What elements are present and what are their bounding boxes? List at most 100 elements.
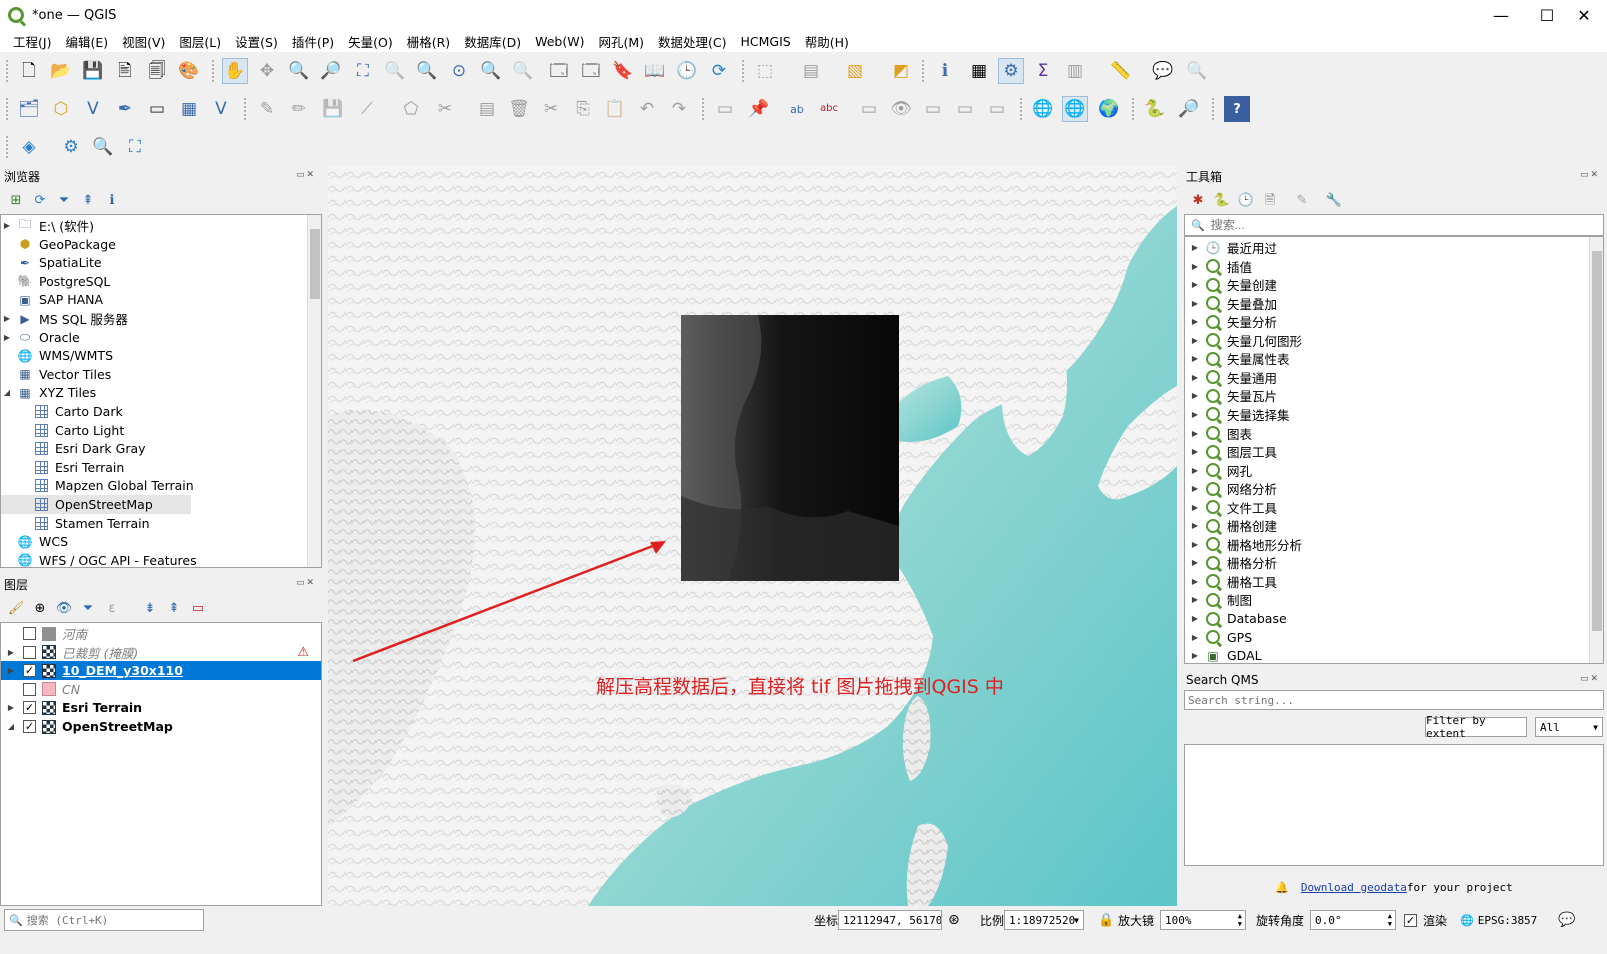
toggle-editing-icon[interactable]: ✏ bbox=[286, 96, 312, 122]
chevron-right-icon[interactable]: ▶ bbox=[1189, 558, 1201, 567]
open-project-icon[interactable]: 📂 bbox=[48, 58, 74, 84]
properties-icon[interactable]: ℹ bbox=[102, 190, 122, 210]
locator-search[interactable]: 🔍 bbox=[4, 909, 204, 931]
refresh-icon[interactable]: ⟳ bbox=[706, 58, 732, 84]
layer-visibility-checkbox[interactable] bbox=[23, 682, 36, 696]
toolbox-group[interactable]: ▶ GPS bbox=[1185, 628, 1585, 647]
undo-icon[interactable]: ↶ bbox=[634, 96, 660, 122]
toolbox-group[interactable]: ▶ Database bbox=[1185, 609, 1585, 628]
layer-visibility-checkbox[interactable] bbox=[23, 645, 36, 659]
cut-features-icon[interactable]: ✂ bbox=[538, 96, 564, 122]
menu-database[interactable]: 数据库(D) bbox=[457, 32, 528, 51]
add-delimited-text-icon[interactable]: V bbox=[208, 96, 234, 122]
qms-filter-select[interactable]: All ▼ bbox=[1535, 717, 1603, 737]
delete-icon[interactable]: 🗑 bbox=[506, 96, 532, 122]
label-toolbar-icon[interactable]: ▭ bbox=[712, 96, 738, 122]
toolbox-group[interactable]: ▶ ▣ GDAL bbox=[1185, 646, 1585, 663]
warning-icon[interactable]: ⚠ bbox=[297, 645, 309, 660]
scale-field[interactable]: 1:18972520 ▼ bbox=[1004, 910, 1084, 930]
rotation-field[interactable]: 0.0° ▲ ▼ bbox=[1310, 910, 1396, 930]
chevron-right-icon[interactable]: ▶ bbox=[1189, 503, 1201, 512]
layer-item[interactable]: ▶ 已裁剪 (掩膜) ⚠ bbox=[1, 643, 321, 662]
fullscreen-icon[interactable]: ⛶ bbox=[122, 134, 148, 160]
identify-icon[interactable]: ℹ bbox=[932, 58, 958, 84]
toolbox-group[interactable]: ▶ 网络分析 bbox=[1185, 479, 1585, 498]
help-icon[interactable]: ? bbox=[1224, 96, 1250, 122]
menu-raster[interactable]: 栅格(R) bbox=[400, 32, 457, 51]
browser-scrollbar[interactable] bbox=[307, 215, 321, 567]
layer-item[interactable]: 河南 bbox=[1, 624, 321, 643]
layer-item[interactable]: ▶ ✓ 10_DEM_y30x110 bbox=[1, 661, 321, 681]
menu-layer[interactable]: 图层(L) bbox=[172, 32, 228, 51]
statistics-icon[interactable]: Σ bbox=[1030, 58, 1056, 84]
modify-attributes-icon[interactable]: ✂ bbox=[432, 96, 458, 122]
map-canvas[interactable]: 解压高程数据后，直接将 tif 图片拖拽到QGIS 中 bbox=[328, 166, 1177, 906]
select-location-icon[interactable]: ◩ bbox=[888, 58, 914, 84]
temporal-controller-icon[interactable]: 🕒 bbox=[674, 58, 700, 84]
toolbox-search[interactable]: 🔍 bbox=[1184, 214, 1604, 236]
chevron-right-icon[interactable]: ▶ bbox=[1189, 391, 1201, 400]
menu-vector[interactable]: 矢量(O) bbox=[341, 32, 400, 51]
chevron-right-icon[interactable]: ▶ bbox=[1189, 466, 1201, 475]
browser-item[interactable]: Stamen Terrain bbox=[1, 514, 301, 533]
layer-labeling-icon[interactable]: ab bbox=[784, 96, 810, 122]
locator-search-input[interactable] bbox=[26, 913, 197, 927]
toolbox-group[interactable]: ▶ 栅格创建 bbox=[1185, 516, 1585, 535]
qms-search-input[interactable] bbox=[1188, 693, 1598, 707]
zoom-full-icon[interactable]: ⛶ bbox=[350, 58, 376, 84]
new-virtual-layer-icon[interactable]: ▭ bbox=[144, 96, 170, 122]
move-label-icon[interactable]: ▭ bbox=[920, 96, 946, 122]
filter-by-extent-button[interactable]: Filter by extent bbox=[1425, 714, 1527, 740]
show-bookmarks-icon[interactable]: 📖 bbox=[642, 58, 668, 84]
render-checkbox-wrap[interactable]: ✓ 渲染 bbox=[1404, 910, 1447, 930]
collapse-all-layers-icon[interactable]: ⇞ bbox=[164, 598, 184, 618]
paste-features-icon[interactable]: 📋 bbox=[602, 96, 628, 122]
browser-item[interactable]: Carto Dark bbox=[1, 402, 301, 421]
chevron-right-icon[interactable]: ▶ bbox=[1, 333, 13, 342]
browser-item[interactable]: ▣ SAP HANA bbox=[1, 290, 301, 309]
add-group-icon[interactable]: ⊕ bbox=[30, 598, 50, 618]
toolbox-group[interactable]: ▶ 矢量创建 bbox=[1185, 275, 1585, 294]
close-button[interactable]: ✕ bbox=[1561, 0, 1607, 30]
browser-item[interactable]: 🌐 WMS/WMTS bbox=[1, 346, 301, 365]
redo-icon[interactable]: ↷ bbox=[666, 96, 692, 122]
chevron-right-icon[interactable]: ▶ bbox=[1189, 410, 1201, 419]
browser-item[interactable]: ⬢ GeoPackage bbox=[1, 235, 301, 254]
select-features-icon[interactable]: ⬚ bbox=[752, 58, 778, 84]
browser-item[interactable]: ▶ ▶ MS SQL 服务器 bbox=[1, 309, 301, 328]
show-hide-labels-icon[interactable]: 👁 bbox=[888, 96, 914, 122]
zoom-to-selection-icon[interactable]: 🔍 bbox=[382, 58, 408, 84]
menu-web[interactable]: Web(W) bbox=[528, 34, 591, 49]
menu-mesh[interactable]: 网孔(M) bbox=[591, 32, 651, 51]
new-map-view-icon[interactable]: 🗔 bbox=[546, 58, 572, 84]
toolbox-group[interactable]: ▶ 矢量瓦片 bbox=[1185, 386, 1585, 405]
save-edits-icon[interactable]: 💾 bbox=[320, 96, 346, 122]
new-spatialite-layer-icon[interactable]: ✒ bbox=[112, 96, 138, 122]
chevron-right-icon[interactable]: ▶ bbox=[1, 314, 13, 323]
rotate-label-icon[interactable]: ▭ bbox=[952, 96, 978, 122]
menu-help[interactable]: 帮助(H) bbox=[798, 32, 856, 51]
menu-edit[interactable]: 编辑(E) bbox=[58, 32, 115, 51]
toolbox-group[interactable]: ▶ 矢量分析 bbox=[1185, 312, 1585, 331]
layout-manager-icon[interactable]: 🗐 bbox=[144, 58, 170, 84]
zoom-to-layer-icon[interactable]: 🔍 bbox=[414, 58, 440, 84]
browser-item[interactable]: Esri Dark Gray bbox=[1, 439, 301, 458]
lock-scale-icon[interactable]: 🔒 bbox=[1098, 910, 1114, 930]
toolbox-group[interactable]: ▶ 矢量选择集 bbox=[1185, 405, 1585, 424]
search-globe-icon[interactable]: 🔍 bbox=[90, 134, 116, 160]
history-icon[interactable]: 🕒 bbox=[1236, 190, 1256, 210]
digitize-icon[interactable]: ⟋ bbox=[354, 96, 380, 122]
toolbox-group[interactable]: ▶ 矢量叠加 bbox=[1185, 294, 1585, 313]
toolbox-group[interactable]: ▶ 制图 bbox=[1185, 590, 1585, 609]
toolbox-group[interactable]: ▶ 图表 bbox=[1185, 424, 1585, 443]
delete-selected-icon[interactable]: ▤ bbox=[474, 96, 500, 122]
add-selected-layers-icon[interactable]: ⊞ bbox=[6, 190, 26, 210]
toolbox-group[interactable]: ▶ 图层工具 bbox=[1185, 442, 1585, 461]
expand-all-icon[interactable]: ⇟ bbox=[140, 598, 160, 618]
download-geodata-link[interactable]: Download geodata bbox=[1301, 881, 1407, 894]
toggle-extents-icon[interactable]: ⊛ bbox=[948, 910, 960, 930]
qms-panel-controls[interactable]: ▭✕ bbox=[1580, 674, 1600, 684]
chevron-right-icon[interactable]: ▶ bbox=[1189, 633, 1201, 642]
new-3d-map-view-icon[interactable]: 🗔 bbox=[578, 58, 604, 84]
data-source-manager-icon[interactable]: 🗂 bbox=[16, 96, 42, 122]
